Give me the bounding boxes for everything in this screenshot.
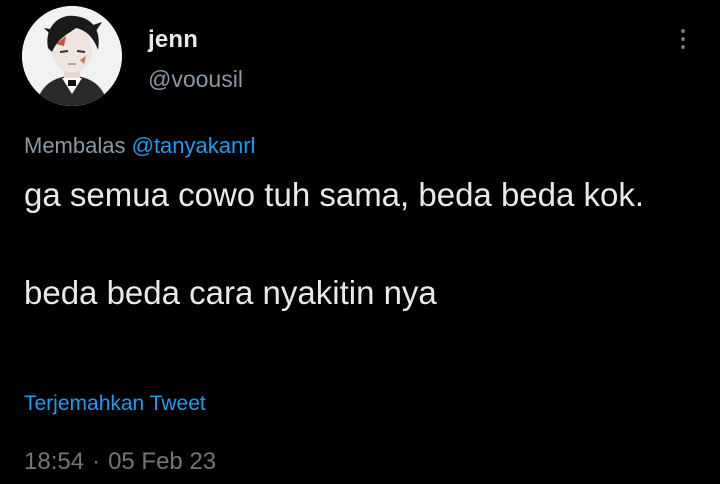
author-handle[interactable]: @voousil	[148, 66, 243, 93]
avatar[interactable]	[22, 6, 122, 106]
tweet-time: 18:54	[24, 448, 85, 475]
more-vertical-icon-dot	[681, 45, 685, 49]
reply-context: Membalas @tanyakanrl	[24, 133, 255, 159]
more-options-button[interactable]	[670, 24, 696, 54]
reply-prefix: Membalas	[24, 133, 126, 158]
reply-mention-link[interactable]: @tanyakanrl	[132, 133, 256, 158]
translate-tweet-link[interactable]: Terjemahkan Tweet	[24, 392, 206, 416]
tweet-timestamp[interactable]: 18:54 · 05 Feb 23	[24, 448, 216, 476]
tweet-date: 05 Feb 23	[108, 448, 217, 475]
profile-avatar-icon	[22, 6, 122, 106]
timestamp-separator: ·	[92, 448, 101, 475]
tweet-body: ga semua cowo tuh sama, beda beda kok. b…	[24, 170, 714, 317]
tweet-paragraph: ga semua cowo tuh sama, beda beda kok.	[24, 176, 645, 213]
more-vertical-icon-dot	[681, 37, 685, 41]
author-display-name[interactable]: jenn	[148, 26, 198, 54]
tweet: jenn @voousil Membalas @tanyakanrl ga se…	[0, 0, 720, 484]
more-vertical-icon	[681, 29, 685, 33]
tweet-paragraph: beda beda cara nyakitin nya	[24, 274, 437, 311]
